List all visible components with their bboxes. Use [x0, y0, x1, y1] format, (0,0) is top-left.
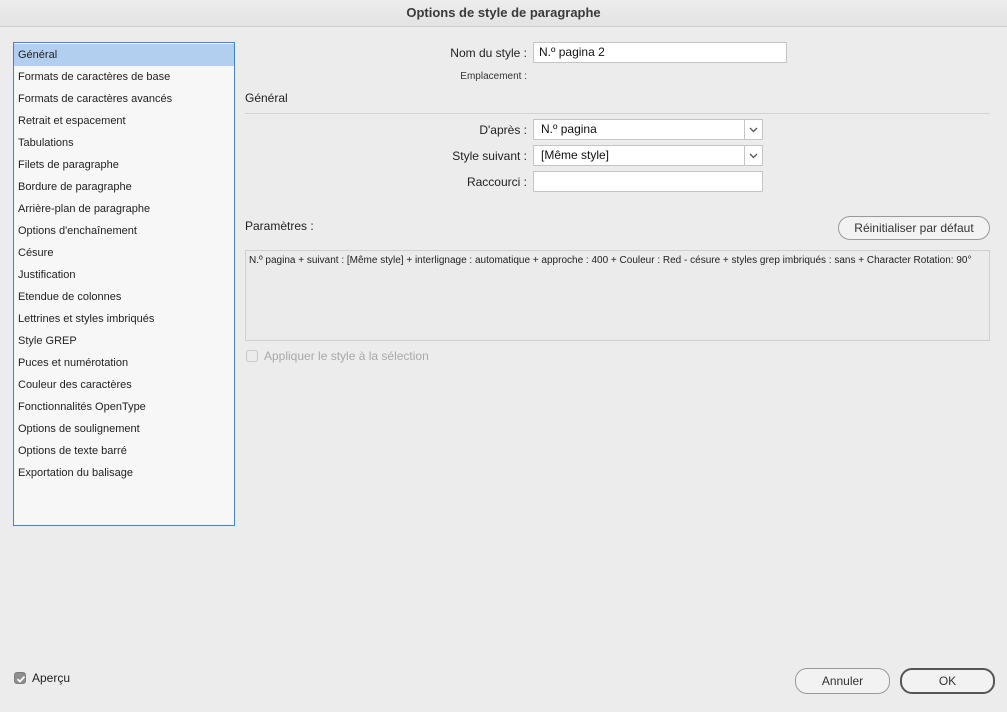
sidebar-item-span-columns[interactable]: Etendue de colonnes: [14, 286, 234, 308]
sidebar-item-indents-spacing[interactable]: Retrait et espacement: [14, 110, 234, 132]
section-title: Général: [245, 91, 288, 105]
apply-style-label: Appliquer le style à la sélection: [264, 349, 429, 363]
preview-checkbox[interactable]: [14, 672, 26, 684]
params-label: Paramètres :: [245, 219, 314, 233]
style-name-field[interactable]: N.º pagina 2: [533, 42, 787, 63]
sidebar-item-grep-style[interactable]: Style GREP: [14, 330, 234, 352]
sidebar-item-general[interactable]: Général: [14, 44, 234, 66]
based-on-value: N.º pagina: [541, 122, 597, 136]
sidebar-item-justification[interactable]: Justification: [14, 264, 234, 286]
sidebar-item-underline-options[interactable]: Options de soulignement: [14, 418, 234, 440]
shortcut-field[interactable]: [533, 171, 763, 192]
location-label: Emplacement :: [460, 71, 527, 82]
sidebar-item-strikethrough-options[interactable]: Options de texte barré: [14, 440, 234, 462]
next-style-value: [Même style]: [541, 148, 610, 162]
category-list[interactable]: Général Formats de caractères de base Fo…: [13, 42, 235, 526]
sidebar-item-basic-character-formats[interactable]: Formats de caractères de base: [14, 66, 234, 88]
based-on-select[interactable]: N.º pagina: [533, 119, 763, 140]
section-divider: [245, 113, 990, 114]
sidebar-item-paragraph-rules[interactable]: Filets de paragraphe: [14, 154, 234, 176]
based-on-label: D'après :: [479, 123, 527, 137]
sidebar-item-bullets-numbering[interactable]: Puces et numérotation: [14, 352, 234, 374]
sidebar-item-character-color[interactable]: Couleur des caractères: [14, 374, 234, 396]
sidebar-item-tabs[interactable]: Tabulations: [14, 132, 234, 154]
next-style-select[interactable]: [Même style]: [533, 145, 763, 166]
cancel-button[interactable]: Annuler: [795, 668, 890, 694]
preview-label: Aperçu: [32, 671, 71, 685]
reset-defaults-button[interactable]: Réinitialiser par défaut: [838, 216, 990, 240]
sidebar-item-drop-caps-nested-styles[interactable]: Lettrines et styles imbriqués: [14, 308, 234, 330]
apply-style-checkbox[interactable]: [246, 350, 258, 362]
style-name-label: Nom du style :: [450, 46, 527, 60]
chevron-down-icon[interactable]: [744, 146, 762, 165]
window-title: Options de style de paragraphe: [0, 0, 1007, 27]
sidebar-item-export-tagging[interactable]: Exportation du balisage: [14, 462, 234, 484]
sidebar-item-paragraph-shading[interactable]: Arrière-plan de paragraphe: [14, 198, 234, 220]
sidebar-item-advanced-character-formats[interactable]: Formats de caractères avancés: [14, 88, 234, 110]
sidebar-item-paragraph-border[interactable]: Bordure de paragraphe: [14, 176, 234, 198]
chevron-down-icon[interactable]: [744, 120, 762, 139]
checkmark-icon: [16, 675, 26, 683]
ok-button[interactable]: OK: [900, 668, 995, 694]
shortcut-label: Raccourci :: [466, 175, 527, 189]
sidebar-item-opentype-features[interactable]: Fonctionnalités OpenType: [14, 396, 234, 418]
sidebar-item-keep-options[interactable]: Options d'enchaînement: [14, 220, 234, 242]
params-text: N.º pagina + suivant : [Même style] + in…: [245, 250, 990, 341]
next-style-label: Style suivant :: [452, 149, 527, 163]
sidebar-item-hyphenation[interactable]: Césure: [14, 242, 234, 264]
